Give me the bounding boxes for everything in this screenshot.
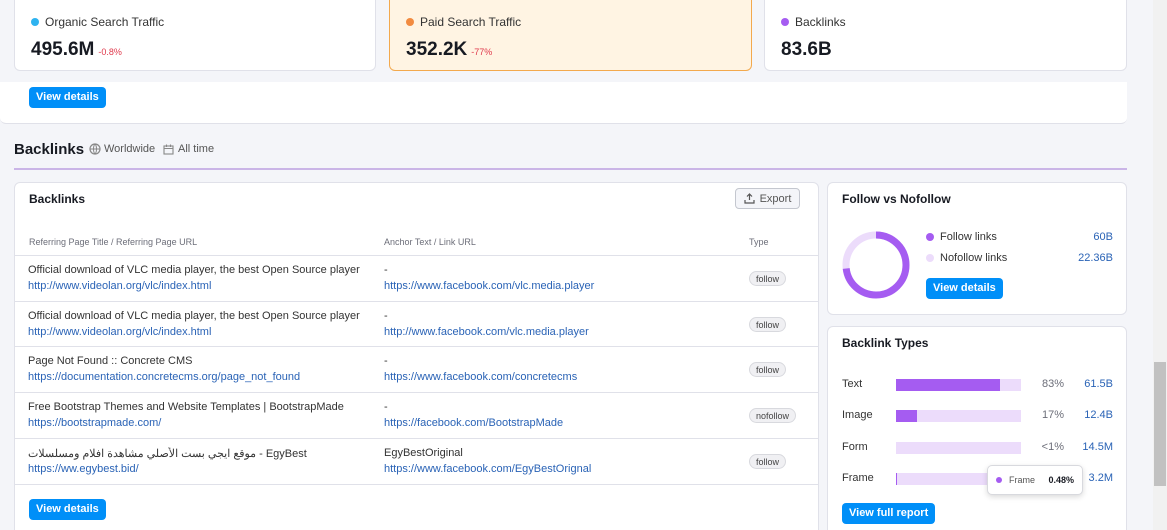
kpi-value: 352.2K bbox=[406, 39, 468, 60]
referring-page-url[interactable]: https://documentation.concretecms.org/pa… bbox=[28, 371, 300, 383]
type-bar bbox=[896, 379, 1000, 391]
anchor-text: - bbox=[384, 355, 388, 367]
region-selector[interactable]: Worldwide bbox=[89, 143, 155, 155]
link-url[interactable]: http://www.facebook.com/vlc.media.player bbox=[384, 326, 589, 338]
type-value[interactable]: 14.5M bbox=[1053, 441, 1113, 453]
nofollow-dot-icon bbox=[926, 254, 934, 262]
period-selector[interactable]: All time bbox=[163, 143, 214, 155]
table-row: موقع ايجي بست الأصلي مشاهدة افلام ومسلسل… bbox=[14, 438, 818, 484]
scrollbar-thumb[interactable] bbox=[1154, 362, 1166, 486]
type-label: Text bbox=[842, 378, 863, 390]
globe-icon bbox=[89, 143, 101, 155]
table-divider bbox=[14, 484, 818, 485]
referring-page-title: Free Bootstrap Themes and Website Templa… bbox=[28, 401, 344, 413]
type-bar bbox=[896, 410, 918, 422]
link-type-badge: follow bbox=[749, 454, 787, 469]
referring-page-title: موقع ايجي بست الأصلي مشاهدة افلام ومسلسل… bbox=[28, 448, 307, 460]
follow-donut-chart[interactable] bbox=[841, 230, 911, 300]
table-row: Free Bootstrap Themes and Website Templa… bbox=[14, 392, 818, 438]
backlinks-dot-icon bbox=[781, 18, 789, 26]
referring-page-url[interactable]: http://www.videolan.org/vlc/index.html bbox=[28, 326, 211, 338]
section-title: Backlinks bbox=[14, 141, 85, 158]
type-label: Form bbox=[842, 441, 868, 453]
backlink-types-card bbox=[827, 326, 1127, 530]
anchor-text: EgyBestOriginal bbox=[384, 447, 463, 459]
table-row: Page Not Found :: Concrete CMS https://d… bbox=[14, 346, 818, 392]
column-header[interactable]: Type bbox=[749, 237, 769, 247]
overview-footer bbox=[0, 82, 1127, 124]
kpi-delta: -77% bbox=[471, 47, 493, 57]
kpi-label: Backlinks bbox=[795, 15, 846, 29]
period-label: All time bbox=[178, 143, 215, 155]
link-type-badge: follow bbox=[749, 362, 787, 377]
link-url[interactable]: https://www.facebook.com/EgyBestOrignal bbox=[384, 463, 591, 475]
follow-card-title: Follow vs Nofollow bbox=[842, 192, 951, 206]
kpi-value: 83.6B bbox=[781, 39, 832, 60]
legend-value[interactable]: 60B bbox=[1053, 231, 1113, 243]
link-url[interactable]: https://facebook.com/BootstrapMade bbox=[384, 417, 563, 429]
table-row: Official download of VLC media player, t… bbox=[14, 301, 818, 347]
region-label: Worldwide bbox=[104, 143, 156, 155]
kpi-delta: -0.8% bbox=[98, 47, 122, 57]
link-url[interactable]: https://www.facebook.com/vlc.media.playe… bbox=[384, 280, 594, 292]
anchor-text: - bbox=[384, 264, 388, 276]
frame-dot-icon bbox=[996, 477, 1002, 483]
export-button[interactable]: Export bbox=[735, 188, 800, 209]
anchor-text: - bbox=[384, 310, 388, 322]
referring-page-url[interactable]: https://ww.egybest.bid/ bbox=[28, 463, 139, 475]
legend-nofollow: Nofollow links bbox=[926, 252, 1007, 264]
kpi-label: Paid Search Traffic bbox=[420, 15, 522, 29]
section-divider bbox=[14, 168, 1127, 170]
type-bar-track[interactable] bbox=[896, 442, 1021, 454]
frame-tooltip: Frame 0.48% bbox=[987, 465, 1083, 495]
link-type-badge: follow bbox=[749, 271, 787, 286]
kpi-backlinks-card[interactable]: Backlinks 83.6B bbox=[764, 0, 1127, 71]
kpi-label: Organic Search Traffic bbox=[45, 15, 165, 29]
legend-label: Follow links bbox=[940, 231, 997, 243]
anchor-text: - bbox=[384, 401, 388, 413]
kpi-organic-card[interactable]: Organic Search Traffic 495.6M -0.8% bbox=[14, 0, 376, 71]
referring-page-title: Official download of VLC media player, t… bbox=[28, 310, 360, 322]
type-value[interactable]: 61.5B bbox=[1053, 378, 1113, 390]
view-full-report-button[interactable]: View full report bbox=[842, 503, 936, 524]
export-label: Export bbox=[759, 192, 792, 205]
paid-dot-icon bbox=[406, 18, 414, 26]
kpi-paid-card[interactable]: Paid Search Traffic 352.2K -77% bbox=[389, 0, 752, 71]
tooltip-value: 0.48% bbox=[1048, 475, 1074, 485]
type-bar-track[interactable] bbox=[896, 379, 1021, 391]
referring-page-title: Official download of VLC media player, t… bbox=[28, 264, 360, 276]
type-label: Frame bbox=[842, 472, 874, 484]
view-details-button[interactable]: View details bbox=[29, 87, 106, 108]
type-bar bbox=[896, 473, 897, 485]
link-type-badge: follow bbox=[749, 317, 787, 332]
organic-dot-icon bbox=[31, 18, 39, 26]
column-header[interactable]: Referring Page Title / Referring Page UR… bbox=[29, 237, 197, 247]
legend-value[interactable]: 22.36B bbox=[1053, 252, 1113, 264]
tooltip-label: Frame bbox=[1009, 475, 1036, 485]
backlinks-table-title: Backlinks bbox=[29, 192, 86, 206]
kpi-value: 495.6M bbox=[31, 39, 95, 60]
view-details-button[interactable]: View details bbox=[926, 278, 1003, 299]
view-details-button[interactable]: View details bbox=[29, 499, 106, 520]
backlink-types-title: Backlink Types bbox=[842, 336, 929, 350]
follow-dot-icon bbox=[926, 233, 934, 241]
column-header[interactable]: Anchor Text / Link URL bbox=[384, 237, 476, 247]
legend-label: Nofollow links bbox=[940, 252, 1008, 264]
referring-page-title: Page Not Found :: Concrete CMS bbox=[28, 355, 193, 367]
type-bar-track[interactable] bbox=[896, 410, 1021, 422]
referring-page-url[interactable]: https://bootstrapmade.com/ bbox=[28, 417, 161, 429]
link-type-badge: nofollow bbox=[749, 408, 797, 423]
table-row: Official download of VLC media player, t… bbox=[14, 255, 818, 301]
referring-page-url[interactable]: http://www.videolan.org/vlc/index.html bbox=[28, 280, 211, 292]
type-value[interactable]: 12.4B bbox=[1053, 409, 1113, 421]
calendar-icon bbox=[163, 144, 174, 155]
type-label: Image bbox=[842, 409, 873, 421]
legend-follow: Follow links bbox=[926, 231, 997, 243]
export-icon bbox=[743, 193, 755, 204]
link-url[interactable]: https://www.facebook.com/concretecms bbox=[384, 371, 577, 383]
